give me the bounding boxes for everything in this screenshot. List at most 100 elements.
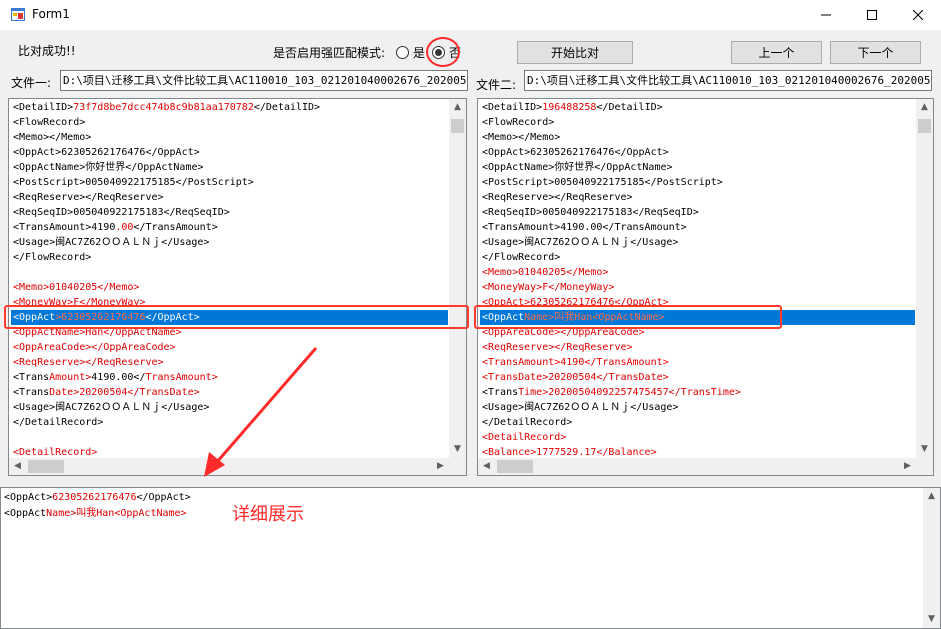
line-text: <ReqSeqID>005040922175183</ReqSeqID> [482, 207, 699, 218]
text-line[interactable]: <Balance>1777529.17</Balance> [480, 445, 915, 457]
text-line[interactable]: <FlowRecord> [11, 115, 448, 130]
file1-vertical-scrollbar[interactable]: ▲ ▼ [449, 99, 466, 458]
detail-view-pane[interactable]: <OppAct>62305262176476</OppAct> <OppActNa… [0, 487, 941, 629]
line-text: <Memo></Memo> [13, 132, 92, 143]
text-line[interactable]: <DetailID>73f7d8be7dcc474b8c9b81aa170782… [11, 100, 448, 115]
text-line[interactable]: <OppActName>你好世界</OppActName> [480, 160, 915, 175]
file2-content-pane[interactable]: <DetailID>196488258</DetailID> <FlowRecor… [477, 98, 934, 476]
selected-line[interactable]: <OppAct>62305262176476</OppAct> [11, 310, 448, 325]
text-line[interactable]: <OppAct>62305262176476</OppAct> [4, 490, 920, 506]
text-line[interactable]: <MoneyWay>F</MoneyWay> [480, 280, 915, 295]
text-line[interactable]: <OppActName>Han</OppActName> [11, 325, 448, 340]
scroll-down-icon[interactable]: ▼ [923, 611, 940, 628]
text-line[interactable]: <Usage>闽AC7Z62ＯＯＡＬＮｊ</Usage> [480, 235, 915, 250]
text-line[interactable]: <TransTime>20200504092257475457</TransTi… [480, 385, 915, 400]
line-text: <FlowRecord> [13, 117, 86, 128]
text-line[interactable]: <OppActName>叫我Han<OppActName> [4, 506, 920, 522]
scroll-up-icon[interactable]: ▲ [916, 99, 933, 116]
text-line[interactable]: <Memo>01040205</Memo> [11, 280, 448, 295]
text-line[interactable]: <OppAct>62305262176476</OppAct> [480, 295, 915, 310]
text-line[interactable]: <ReqReserve></ReqReserve> [480, 340, 915, 355]
scroll-up-icon[interactable]: ▲ [923, 488, 940, 505]
file2-horizontal-scrollbar[interactable]: ◀ ▶ [478, 458, 916, 475]
text-line[interactable]: <DetailRecord> [480, 430, 915, 445]
scroll-thumb[interactable] [28, 460, 64, 473]
scroll-thumb[interactable] [497, 460, 533, 473]
diff-text: <Balance>1777529.17</Balance> [482, 447, 657, 457]
diff-text: 196488258 [542, 102, 597, 113]
text-line[interactable]: <Memo></Memo> [480, 130, 915, 145]
window-title: Form1 [32, 7, 70, 21]
text-line[interactable]: <DetailID>196488258</DetailID> [480, 100, 915, 115]
minimize-button[interactable] [803, 0, 849, 30]
scroll-left-icon[interactable]: ◀ [9, 458, 26, 475]
text-line[interactable]: <OppAct>62305262176476</OppAct> [11, 145, 448, 160]
text-line[interactable]: <PostScript>005040922175185</PostScript> [11, 175, 448, 190]
text-line[interactable]: <TransDate>20200504</TransDate> [480, 370, 915, 385]
text-line[interactable]: </FlowRecord> [11, 250, 448, 265]
text-line[interactable]: <PostScript>005040922175185</PostScript> [480, 175, 915, 190]
maximize-button[interactable] [849, 0, 895, 30]
text-line[interactable]: <TransAmount>4190.00</TransAmount> [11, 220, 448, 235]
text-line[interactable]: <Memo></Memo> [11, 130, 448, 145]
scroll-down-icon[interactable]: ▼ [916, 441, 933, 458]
text-line[interactable]: <OppAreaCode></OppAreaCode> [480, 325, 915, 340]
detail-annotation: 详细展示 [232, 504, 304, 525]
line-text: </FlowRecord> [13, 252, 92, 263]
line-text: <PostScript>005040922175185</PostScript> [13, 177, 254, 188]
line-text: <OppActName>你好世界</OppActName> [482, 162, 673, 173]
text-line[interactable] [11, 265, 448, 280]
line-text: </DetailID> [596, 102, 663, 113]
selected-line[interactable]: <OppActName>叫我Han<OppActName> [480, 310, 915, 325]
line-text: <OppActName>你好世界</OppActName> [13, 162, 204, 173]
text-line[interactable]: <OppActName>你好世界</OppActName> [11, 160, 448, 175]
previous-button[interactable]: 上一个 [731, 41, 822, 64]
diff-text: Name>叫我Han<OppActName> [524, 312, 665, 323]
title-bar: Form1 [0, 0, 941, 30]
start-compare-button[interactable]: 开始比对 [517, 41, 633, 64]
arrow-icon [208, 347, 318, 471]
scroll-right-icon[interactable]: ▶ [432, 458, 449, 475]
diff-text: 62305262176476 [52, 492, 137, 503]
strict-mode-yes-label[interactable]: 是 [413, 44, 425, 61]
strict-mode-no-label[interactable]: 否 [449, 44, 461, 61]
scroll-up-icon[interactable]: ▲ [449, 99, 466, 116]
text-line[interactable]: <Usage>闽AC7Z62ＯＯＡＬＮｊ</Usage> [11, 235, 448, 250]
text-line[interactable]: <OppAct>62305262176476</OppAct> [480, 145, 915, 160]
file2-vertical-scrollbar[interactable]: ▲ ▼ [916, 99, 933, 458]
scroll-thumb[interactable] [451, 119, 464, 133]
line-text: <Trans [13, 372, 50, 383]
file2-path-input[interactable]: D:\项目\迁移工具\文件比较工具\AC110010_103_021201040… [524, 70, 932, 91]
line-text: </DetailRecord> [13, 417, 104, 428]
strict-mode-yes-radio[interactable] [396, 46, 409, 59]
close-button[interactable] [895, 0, 941, 30]
diff-text: <OppAreaCode></OppAreaCode> [13, 342, 176, 353]
line-text: <TransAmount>4190 [13, 222, 116, 233]
text-line[interactable]: <ReqReserve></ReqReserve> [480, 190, 915, 205]
text-line[interactable]: <ReqSeqID>005040922175183</ReqSeqID> [480, 205, 915, 220]
diff-text: <DetailRecord> [482, 432, 567, 443]
scroll-right-icon[interactable]: ▶ [899, 458, 916, 475]
text-line[interactable]: <TransAmount>4190.00</TransAmount> [480, 220, 915, 235]
text-line[interactable]: <MoneyWay>F</MoneyWay> [11, 295, 448, 310]
text-line[interactable]: <Memo>01040205</Memo> [480, 265, 915, 280]
text-line[interactable]: </FlowRecord> [480, 250, 915, 265]
arrow-annotation [204, 347, 318, 477]
text-line[interactable]: </DetailRecord> [480, 415, 915, 430]
diff-text: Amount> [49, 372, 92, 383]
line-text: </OppAct> [145, 312, 200, 323]
next-button[interactable]: 下一个 [830, 41, 921, 64]
scroll-down-icon[interactable]: ▼ [449, 441, 466, 458]
strict-mode-no-radio[interactable] [432, 46, 445, 59]
text-line[interactable]: <Usage>闽AC7Z62ＯＯＡＬＮｊ</Usage> [480, 400, 915, 415]
text-line[interactable]: <TransAmount>4190</TransAmount> [480, 355, 915, 370]
scroll-thumb[interactable] [918, 119, 931, 133]
scroll-left-icon[interactable]: ◀ [478, 458, 495, 475]
detail-vertical-scrollbar[interactable]: ▲ ▼ [923, 488, 940, 628]
text-line[interactable]: <FlowRecord> [480, 115, 915, 130]
app-icon [11, 8, 25, 21]
maximize-icon [867, 10, 877, 20]
file1-path-input[interactable]: D:\项目\迁移工具\文件比较工具\AC110010_103_021201040… [60, 70, 468, 91]
text-line[interactable]: <ReqSeqID>005040922175183</ReqSeqID> [11, 205, 448, 220]
text-line[interactable]: <ReqReserve></ReqReserve> [11, 190, 448, 205]
